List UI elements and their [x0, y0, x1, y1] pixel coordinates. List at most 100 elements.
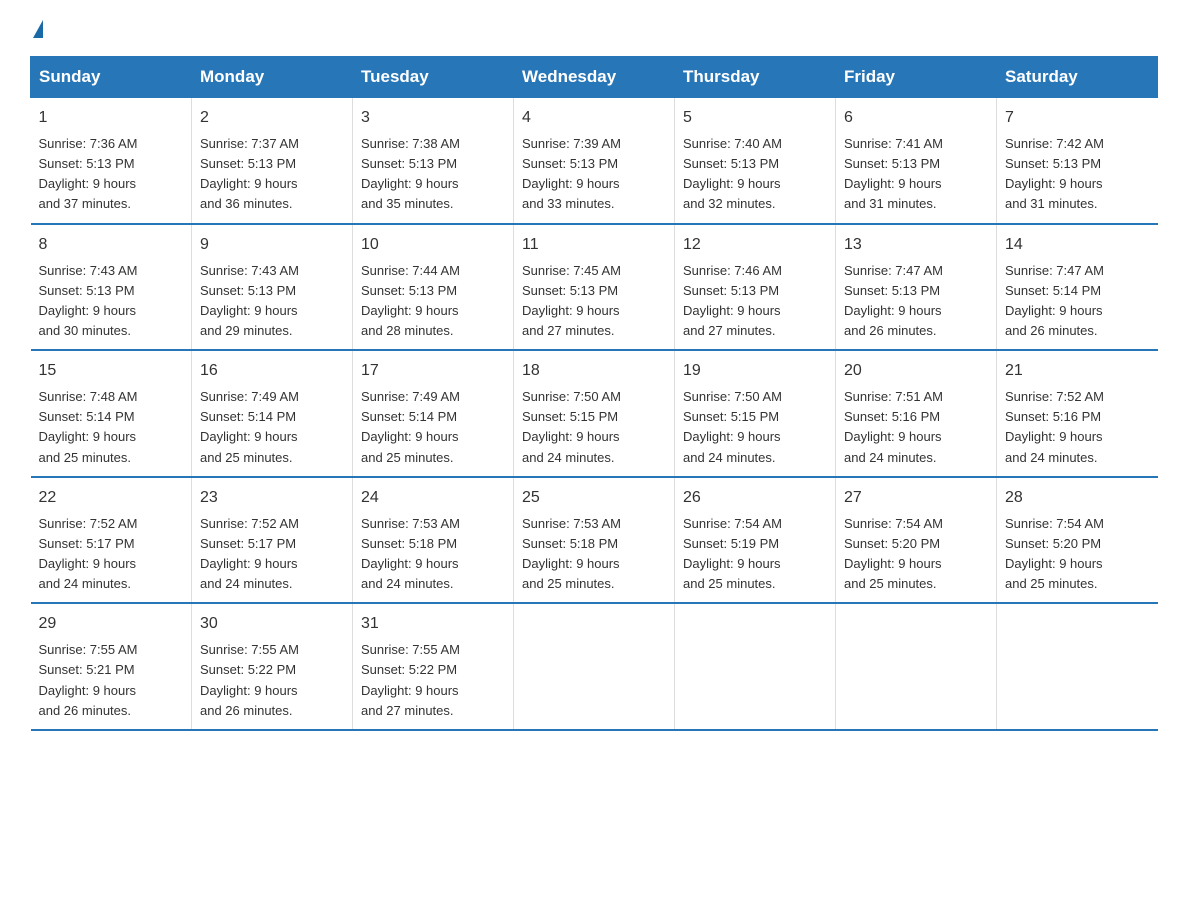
day-number: 30: [200, 612, 344, 636]
day-number: 25: [522, 486, 666, 510]
calendar-cell: 13Sunrise: 7:47 AMSunset: 5:13 PMDayligh…: [836, 224, 997, 351]
day-number: 26: [683, 486, 827, 510]
day-number: 17: [361, 359, 505, 383]
day-info: Sunrise: 7:36 AMSunset: 5:13 PMDaylight:…: [39, 134, 184, 215]
day-number: 12: [683, 233, 827, 257]
day-info: Sunrise: 7:54 AMSunset: 5:19 PMDaylight:…: [683, 514, 827, 595]
calendar-cell: 31Sunrise: 7:55 AMSunset: 5:22 PMDayligh…: [353, 603, 514, 730]
day-number: 23: [200, 486, 344, 510]
day-number: 29: [39, 612, 184, 636]
calendar-cell: 2 Sunrise: 7:37 AMSunset: 5:13 PMDaylight…: [192, 98, 353, 224]
day-info: Sunrise: 7:45 AMSunset: 5:13 PMDaylight:…: [522, 261, 666, 342]
calendar-cell: 20Sunrise: 7:51 AMSunset: 5:16 PMDayligh…: [836, 350, 997, 477]
day-info: Sunrise: 7:39 AMSunset: 5:13 PMDaylight:…: [522, 134, 666, 215]
header-saturday: Saturday: [997, 57, 1158, 98]
calendar-cell: 6Sunrise: 7:41 AMSunset: 5:13 PMDaylight…: [836, 98, 997, 224]
day-info: Sunrise: 7:54 AMSunset: 5:20 PMDaylight:…: [844, 514, 988, 595]
calendar-cell: 16 Sunrise: 7:49 AMSunset: 5:14 PMDayligh…: [192, 350, 353, 477]
calendar-cell: 29 Sunrise: 7:55 AMSunset: 5:21 PMDayligh…: [31, 603, 192, 730]
day-number: 14: [1005, 233, 1150, 257]
logo-text: [30, 20, 46, 38]
day-info: Sunrise: 7:38 AMSunset: 5:13 PMDaylight:…: [361, 134, 505, 215]
day-number: 27: [844, 486, 988, 510]
calendar-cell: 28 Sunrise: 7:54 AMSunset: 5:20 PMDayligh…: [997, 477, 1158, 604]
day-info: Sunrise: 7:47 AMSunset: 5:14 PMDaylight:…: [1005, 261, 1150, 342]
calendar-cell: 24 Sunrise: 7:53 AMSunset: 5:18 PMDayligh…: [353, 477, 514, 604]
day-info: Sunrise: 7:43 AMSunset: 5:13 PMDaylight:…: [39, 261, 184, 342]
calendar-cell: [675, 603, 836, 730]
day-info: Sunrise: 7:49 AMSunset: 5:14 PMDaylight:…: [200, 387, 344, 468]
calendar-cell: 14 Sunrise: 7:47 AMSunset: 5:14 PMDayligh…: [997, 224, 1158, 351]
day-number: 7: [1005, 106, 1150, 130]
calendar-cell: 27 Sunrise: 7:54 AMSunset: 5:20 PMDayligh…: [836, 477, 997, 604]
day-number: 11: [522, 233, 666, 257]
calendar-cell: 10 Sunrise: 7:44 AMSunset: 5:13 PMDayligh…: [353, 224, 514, 351]
calendar-cell: [997, 603, 1158, 730]
day-number: 5: [683, 106, 827, 130]
calendar-cell: [514, 603, 675, 730]
week-row-2: 8Sunrise: 7:43 AMSunset: 5:13 PMDaylight…: [31, 224, 1158, 351]
page-header: [30, 20, 1158, 36]
day-info: Sunrise: 7:41 AMSunset: 5:13 PMDaylight:…: [844, 134, 988, 215]
week-row-4: 22Sunrise: 7:52 AMSunset: 5:17 PMDayligh…: [31, 477, 1158, 604]
calendar-cell: 30 Sunrise: 7:55 AMSunset: 5:22 PMDayligh…: [192, 603, 353, 730]
calendar-cell: 25 Sunrise: 7:53 AMSunset: 5:18 PMDayligh…: [514, 477, 675, 604]
week-row-5: 29 Sunrise: 7:55 AMSunset: 5:21 PMDayligh…: [31, 603, 1158, 730]
calendar-table: SundayMondayTuesdayWednesdayThursdayFrid…: [30, 56, 1158, 731]
day-number: 2: [200, 106, 344, 130]
day-info: Sunrise: 7:43 AMSunset: 5:13 PMDaylight:…: [200, 261, 344, 342]
calendar-cell: 26 Sunrise: 7:54 AMSunset: 5:19 PMDayligh…: [675, 477, 836, 604]
week-row-1: 1Sunrise: 7:36 AMSunset: 5:13 PMDaylight…: [31, 98, 1158, 224]
header-friday: Friday: [836, 57, 997, 98]
week-row-3: 15 Sunrise: 7:48 AMSunset: 5:14 PMDayligh…: [31, 350, 1158, 477]
header-wednesday: Wednesday: [514, 57, 675, 98]
calendar-cell: 17 Sunrise: 7:49 AMSunset: 5:14 PMDayligh…: [353, 350, 514, 477]
calendar-cell: 11 Sunrise: 7:45 AMSunset: 5:13 PMDayligh…: [514, 224, 675, 351]
day-info: Sunrise: 7:48 AMSunset: 5:14 PMDaylight:…: [39, 387, 184, 468]
day-info: Sunrise: 7:40 AMSunset: 5:13 PMDaylight:…: [683, 134, 827, 215]
day-number: 18: [522, 359, 666, 383]
day-number: 28: [1005, 486, 1150, 510]
day-info: Sunrise: 7:52 AMSunset: 5:16 PMDaylight:…: [1005, 387, 1150, 468]
calendar-header-row: SundayMondayTuesdayWednesdayThursdayFrid…: [31, 57, 1158, 98]
calendar-cell: 22Sunrise: 7:52 AMSunset: 5:17 PMDayligh…: [31, 477, 192, 604]
day-info: Sunrise: 7:49 AMSunset: 5:14 PMDaylight:…: [361, 387, 505, 468]
header-tuesday: Tuesday: [353, 57, 514, 98]
calendar-cell: 12 Sunrise: 7:46 AMSunset: 5:13 PMDayligh…: [675, 224, 836, 351]
day-info: Sunrise: 7:37 AMSunset: 5:13 PMDaylight:…: [200, 134, 344, 215]
day-number: 4: [522, 106, 666, 130]
day-info: Sunrise: 7:46 AMSunset: 5:13 PMDaylight:…: [683, 261, 827, 342]
calendar-cell: 5 Sunrise: 7:40 AMSunset: 5:13 PMDaylight…: [675, 98, 836, 224]
day-info: Sunrise: 7:50 AMSunset: 5:15 PMDaylight:…: [683, 387, 827, 468]
header-thursday: Thursday: [675, 57, 836, 98]
logo: [30, 20, 46, 36]
day-number: 3: [361, 106, 505, 130]
calendar-cell: 4 Sunrise: 7:39 AMSunset: 5:13 PMDaylight…: [514, 98, 675, 224]
day-info: Sunrise: 7:55 AMSunset: 5:21 PMDaylight:…: [39, 640, 184, 721]
day-info: Sunrise: 7:55 AMSunset: 5:22 PMDaylight:…: [200, 640, 344, 721]
header-sunday: Sunday: [31, 57, 192, 98]
calendar-cell: 9Sunrise: 7:43 AMSunset: 5:13 PMDaylight…: [192, 224, 353, 351]
day-info: Sunrise: 7:53 AMSunset: 5:18 PMDaylight:…: [522, 514, 666, 595]
day-info: Sunrise: 7:54 AMSunset: 5:20 PMDaylight:…: [1005, 514, 1150, 595]
day-number: 10: [361, 233, 505, 257]
calendar-cell: 8Sunrise: 7:43 AMSunset: 5:13 PMDaylight…: [31, 224, 192, 351]
calendar-cell: 21 Sunrise: 7:52 AMSunset: 5:16 PMDayligh…: [997, 350, 1158, 477]
day-info: Sunrise: 7:53 AMSunset: 5:18 PMDaylight:…: [361, 514, 505, 595]
calendar-cell: [836, 603, 997, 730]
day-number: 16: [200, 359, 344, 383]
calendar-cell: 15 Sunrise: 7:48 AMSunset: 5:14 PMDayligh…: [31, 350, 192, 477]
day-number: 13: [844, 233, 988, 257]
day-info: Sunrise: 7:52 AMSunset: 5:17 PMDaylight:…: [200, 514, 344, 595]
day-number: 15: [39, 359, 184, 383]
day-number: 24: [361, 486, 505, 510]
day-info: Sunrise: 7:52 AMSunset: 5:17 PMDaylight:…: [39, 514, 184, 595]
calendar-cell: 23 Sunrise: 7:52 AMSunset: 5:17 PMDayligh…: [192, 477, 353, 604]
calendar-cell: 3 Sunrise: 7:38 AMSunset: 5:13 PMDaylight…: [353, 98, 514, 224]
day-info: Sunrise: 7:44 AMSunset: 5:13 PMDaylight:…: [361, 261, 505, 342]
calendar-cell: 1Sunrise: 7:36 AMSunset: 5:13 PMDaylight…: [31, 98, 192, 224]
day-info: Sunrise: 7:50 AMSunset: 5:15 PMDaylight:…: [522, 387, 666, 468]
day-info: Sunrise: 7:42 AMSunset: 5:13 PMDaylight:…: [1005, 134, 1150, 215]
day-number: 21: [1005, 359, 1150, 383]
day-info: Sunrise: 7:55 AMSunset: 5:22 PMDaylight:…: [361, 640, 505, 721]
